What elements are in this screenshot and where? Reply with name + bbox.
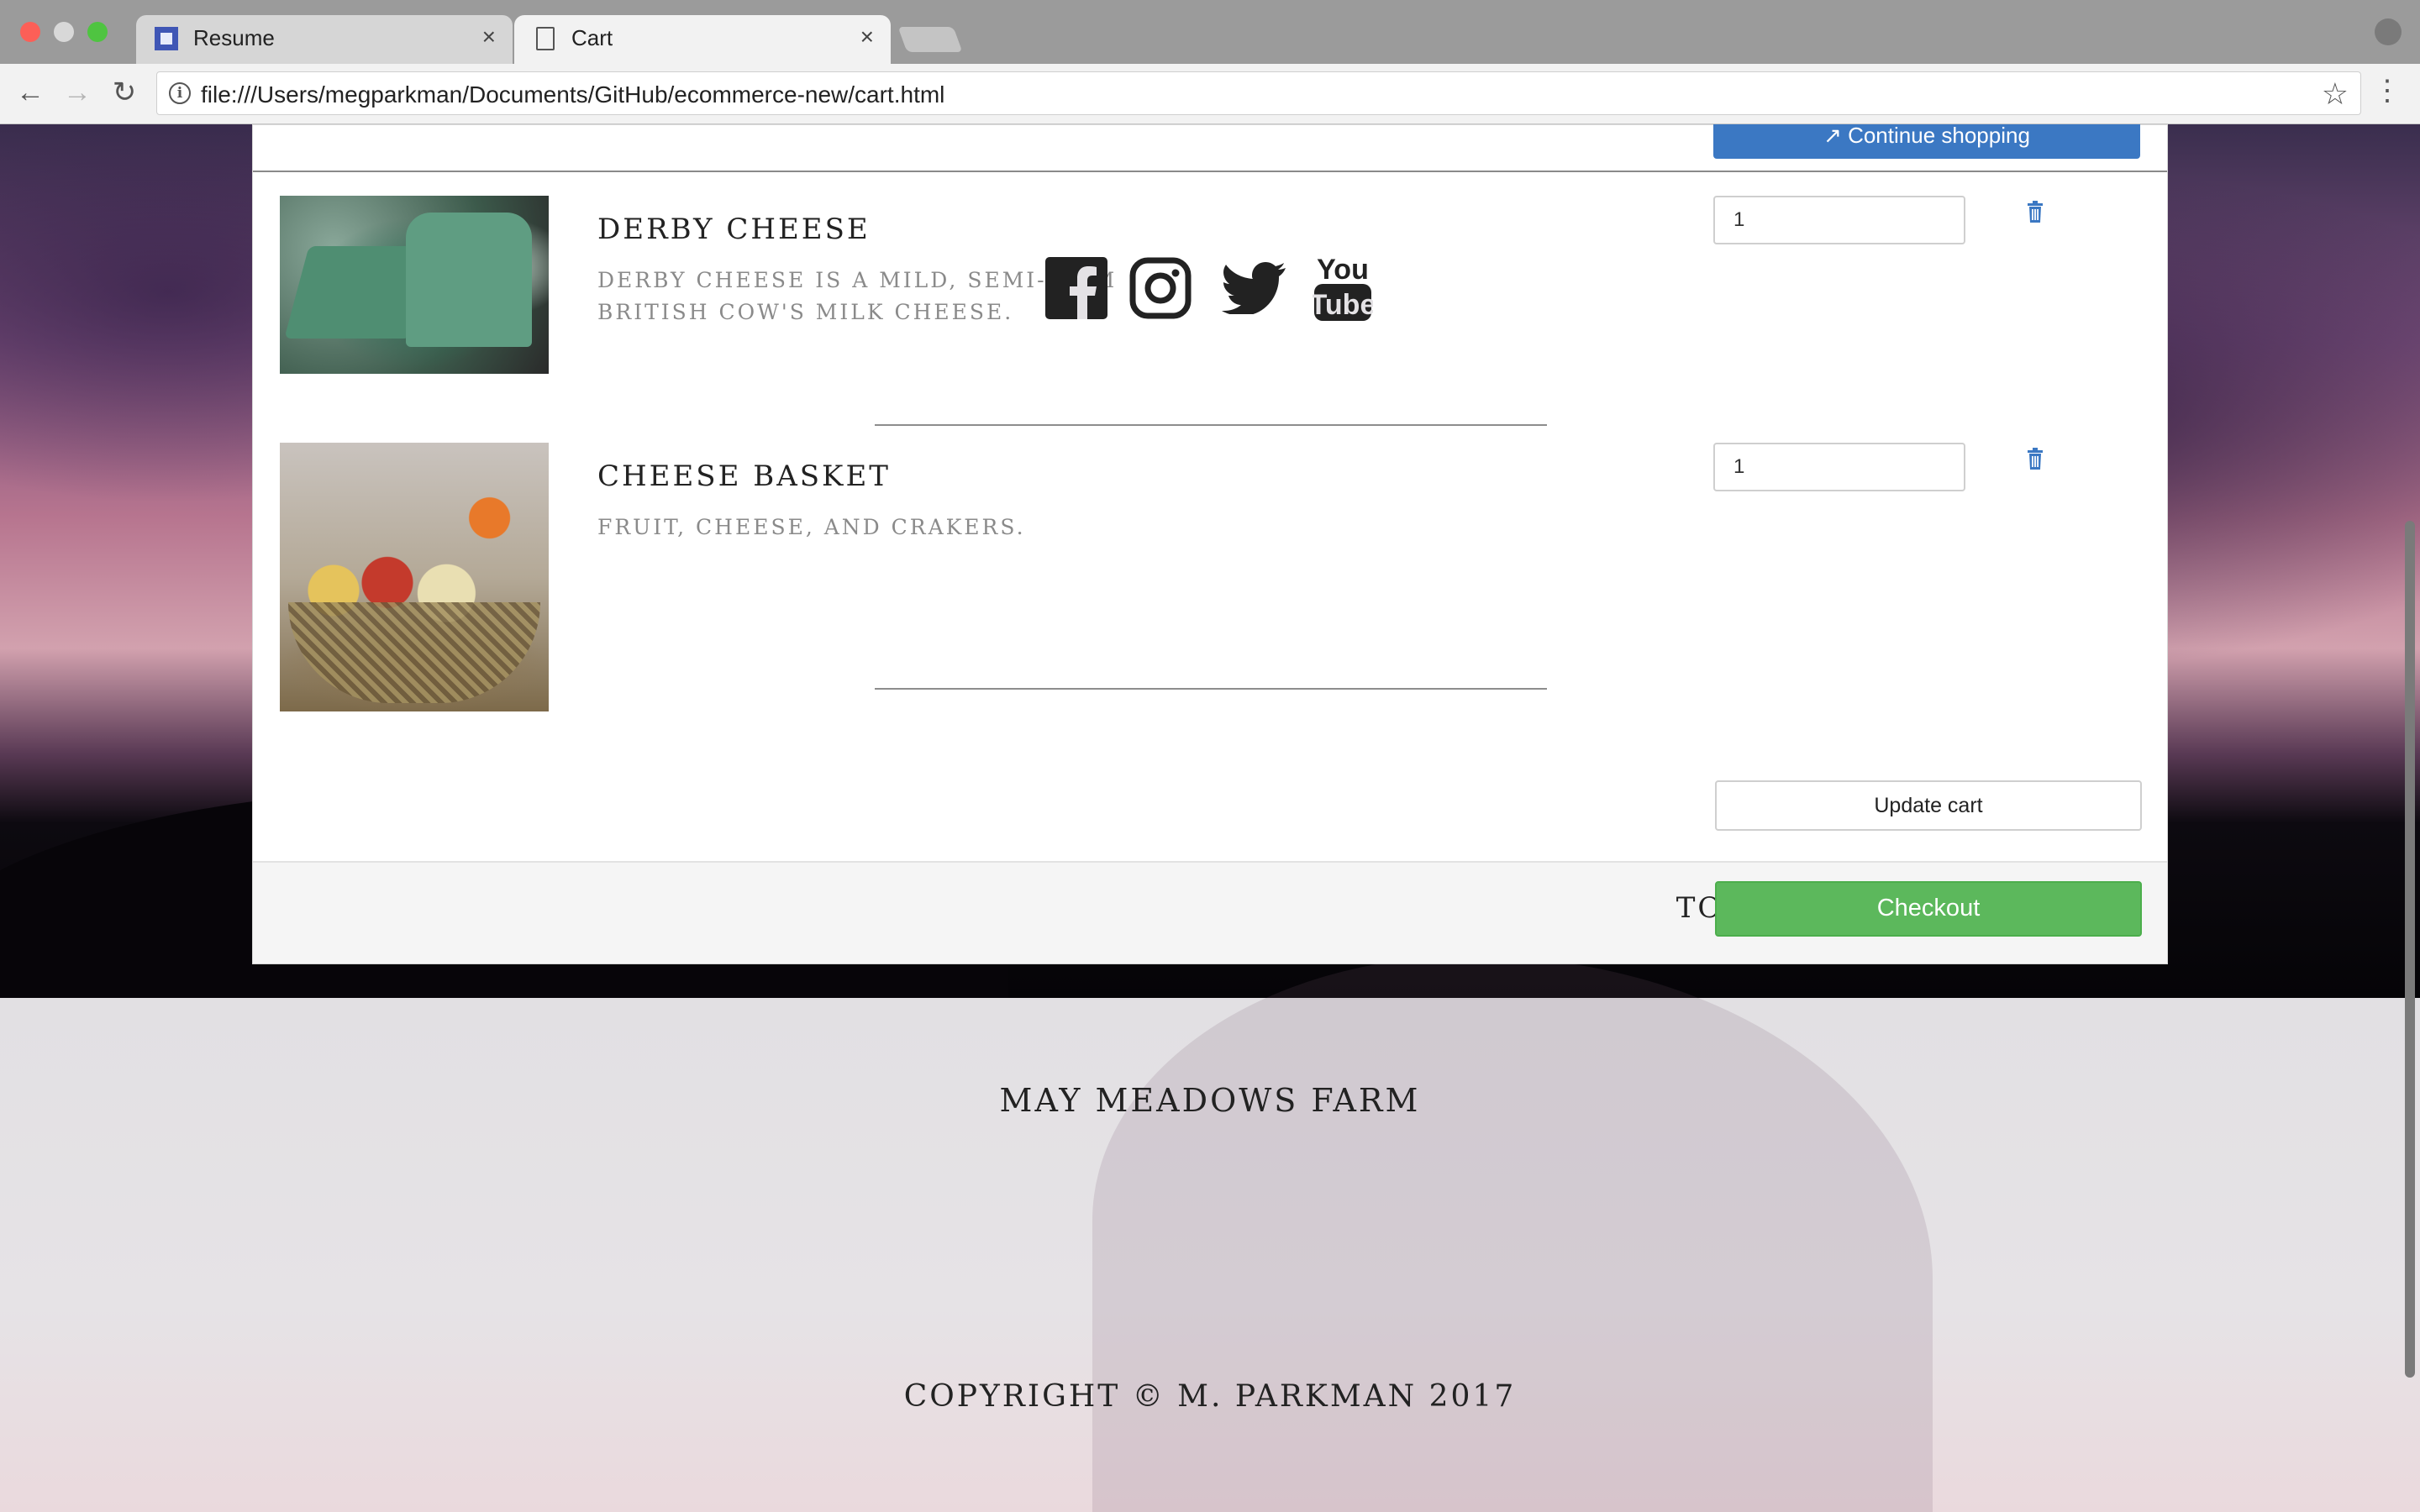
item-description: Derby cheese is a mild, semi-firm Britis… — [597, 268, 1118, 324]
profile-icon[interactable] — [2375, 18, 2402, 45]
update-cart-button[interactable]: Update cart — [1715, 780, 2142, 831]
footer-brand: MAY MEADOWS FARM — [999, 1082, 1421, 1119]
tab-resume[interactable]: Resume × — [136, 15, 513, 64]
tab-title: Resume — [193, 25, 275, 50]
browser-titlebar: Resume × Cart × — [0, 0, 2420, 64]
tab-close-icon[interactable]: × — [860, 24, 874, 50]
document-icon — [536, 27, 555, 50]
trash-icon[interactable] — [2026, 448, 2044, 470]
youtube-icon[interactable]: You Tube — [1310, 250, 1376, 327]
svg-text:You: You — [1317, 254, 1369, 286]
footer-copyright: COPYRIGHT © M. PARKMAN 2017 — [903, 1379, 1517, 1414]
url-text[interactable]: file:///Users/megparkman/Documents/GitHu… — [201, 81, 944, 108]
cart-panel: ↗ Continue shopping Derby Cheese Derby c… — [252, 124, 2168, 964]
reload-icon[interactable]: ↻ — [108, 76, 141, 109]
cart-panel-footer: TOTAL $75.00 Checkout — [253, 861, 2167, 963]
resume-favicon-icon — [155, 27, 178, 50]
cheese-basket-image — [280, 443, 549, 711]
trash-icon[interactable] — [2026, 201, 2044, 223]
checkout-button[interactable]: Checkout — [1715, 881, 2142, 937]
address-bar[interactable]: i file:///Users/megparkman/Documents/Git… — [156, 71, 2361, 115]
quantity-input[interactable] — [1713, 196, 1965, 244]
facebook-icon[interactable] — [1045, 257, 1107, 323]
window-maximize-button[interactable] — [87, 22, 108, 42]
window-minimize-button[interactable] — [54, 22, 74, 42]
forward-arrow-icon[interactable]: → — [60, 76, 94, 109]
derby-cheese-image — [280, 196, 549, 374]
item-name: Cheese Basket — [597, 459, 891, 493]
cart-item: Cheese Basket Fruit, cheese, and crakers… — [253, 443, 2167, 779]
browser-menu-icon[interactable]: ⋮ — [2373, 74, 2402, 108]
quantity-input[interactable] — [1713, 443, 1965, 491]
bookmark-star-icon[interactable]: ☆ — [2322, 76, 2349, 112]
svg-text:Tube: Tube — [1313, 289, 1373, 321]
page-scrollbar[interactable] — [2405, 521, 2415, 1378]
continue-shopping-button[interactable]: ↗ Continue shopping — [1713, 124, 2140, 159]
back-arrow-icon[interactable]: ← — [13, 76, 47, 109]
item-divider — [875, 688, 1547, 690]
info-icon[interactable]: i — [169, 82, 191, 104]
item-description: Fruit, cheese, and crakers. — [597, 515, 1026, 539]
item-divider — [875, 424, 1547, 426]
window-close-button[interactable] — [20, 22, 40, 42]
tab-title: Cart — [571, 25, 613, 50]
new-tab-button[interactable] — [897, 27, 963, 52]
tab-cart[interactable]: Cart × — [514, 15, 891, 64]
item-name: Derby Cheese — [597, 213, 871, 246]
page-viewport: ↗ Continue shopping Derby Cheese Derby c… — [0, 124, 2420, 1512]
instagram-icon[interactable] — [1129, 257, 1192, 323]
tab-close-icon[interactable]: × — [482, 24, 496, 50]
cart-panel-header: ↗ Continue shopping — [253, 124, 2167, 172]
update-row: ADDED ITEMS? Update cart — [253, 780, 2167, 848]
twitter-icon[interactable] — [1222, 262, 1286, 318]
browser-toolbar: ← → ↻ i file:///Users/megparkman/Documen… — [0, 64, 2420, 124]
